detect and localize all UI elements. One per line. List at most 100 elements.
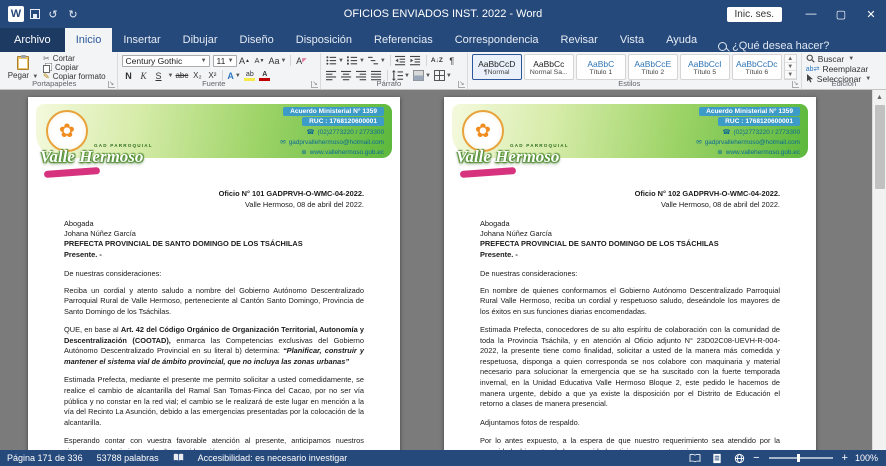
- tell-me-box[interactable]: ¿Qué desea hacer?: [708, 40, 839, 52]
- multilevel-list-button[interactable]: ▼: [367, 54, 387, 67]
- style-sample: AaBbCcD: [478, 59, 515, 69]
- tab-archivo[interactable]: Archivo: [0, 28, 65, 52]
- zoom-in-button[interactable]: +: [839, 452, 851, 464]
- minimize-button[interactable]: —: [796, 0, 826, 28]
- addressee-role: Abogada: [480, 219, 780, 229]
- font-dialog-launcher[interactable]: ↘: [311, 81, 318, 88]
- print-layout-icon: [712, 453, 722, 464]
- group-editing: Buscar▼ ab⇄ Reemplazar Seleccionar▼ Edic…: [802, 53, 886, 89]
- find-button[interactable]: Buscar▼: [806, 54, 882, 63]
- word-window: W ↺ ↻ OFICIOS ENVIADOS INST. 2022 - Word…: [0, 0, 886, 466]
- replace-button[interactable]: ab⇄ Reemplazar: [806, 64, 882, 73]
- grow-font-button[interactable]: A▲: [238, 54, 252, 67]
- undo-icon[interactable]: ↺: [46, 8, 60, 21]
- group-label-paragraph: Párrafo: [321, 79, 457, 88]
- zoom-slider[interactable]: [769, 457, 833, 459]
- font-size-combobox[interactable]: 11 ▼: [213, 55, 237, 67]
- clipboard-dialog-launcher[interactable]: ↘: [108, 81, 115, 88]
- styles-dialog-launcher[interactable]: ↘: [792, 81, 799, 88]
- clear-formatting-button[interactable]: A◤: [294, 54, 308, 67]
- logo-seal: ✿: [46, 110, 88, 152]
- email-icon: ✉: [280, 138, 285, 146]
- tab-referencias[interactable]: Referencias: [363, 28, 444, 52]
- styles-more-button[interactable]: ▼: [785, 71, 796, 79]
- zoom-level[interactable]: 100%: [851, 453, 886, 463]
- group-styles: AaBbCcD ¶Normal AaBbCc Normal Sa... AaBb…: [468, 53, 802, 89]
- decrease-indent-button[interactable]: [394, 54, 408, 67]
- numbering-button[interactable]: ▼: [346, 54, 366, 67]
- tab-vista[interactable]: Vista: [609, 28, 655, 52]
- page-count[interactable]: Página 171 de 336: [0, 453, 90, 463]
- copy-button[interactable]: Copiar: [43, 63, 106, 72]
- bullets-icon: [326, 55, 337, 66]
- styles-scroll-up[interactable]: ▲: [785, 55, 796, 63]
- style-name: Título 5: [693, 69, 716, 76]
- style-normal[interactable]: AaBbCcD ¶Normal: [472, 54, 522, 80]
- sign-in-button[interactable]: Inic. ses.: [727, 7, 782, 22]
- logo-ribbon: [44, 167, 100, 178]
- save-icon[interactable]: [30, 9, 40, 19]
- style-normal-sa[interactable]: AaBbCc Normal Sa...: [524, 54, 574, 80]
- style-sample: AaBbCcE: [634, 59, 671, 69]
- style-titulo-1[interactable]: AaBbC Título 1: [576, 54, 626, 80]
- email-text: gadprvallehermoso@hotmail.com: [289, 139, 384, 146]
- tell-me-label: ¿Qué desea hacer?: [732, 40, 829, 52]
- decrease-indent-icon: [395, 55, 406, 66]
- change-case-button[interactable]: Aa▼: [268, 54, 288, 67]
- style-name: Título 1: [589, 69, 612, 76]
- paste-button[interactable]: Pegar ▼: [6, 54, 40, 81]
- zoom-slider-thumb[interactable]: [797, 454, 800, 462]
- accessibility-status[interactable]: Accesibilidad: es necesario investigar: [191, 453, 355, 463]
- increase-indent-button[interactable]: [409, 54, 423, 67]
- web-layout-button[interactable]: [728, 450, 750, 466]
- tab-disposicion[interactable]: Disposición: [285, 28, 363, 52]
- tab-revisar[interactable]: Revisar: [550, 28, 609, 52]
- proofing-button[interactable]: [166, 453, 191, 463]
- close-button[interactable]: ✕: [856, 0, 886, 28]
- chevron-down-icon: ▼: [228, 58, 234, 64]
- acuerdo-text: Acuerdo Ministerial N° 1359: [283, 107, 384, 116]
- scrollbar-up-icon[interactable]: ▲: [873, 90, 886, 104]
- group-label-styles: Estilos: [468, 79, 791, 88]
- find-icon: [806, 54, 815, 63]
- replace-label: Reemplazar: [822, 64, 868, 74]
- font-family-combobox[interactable]: Century Gothic ▼: [122, 55, 210, 67]
- print-layout-button[interactable]: [706, 450, 728, 466]
- change-case-label: Aa: [269, 56, 280, 66]
- acuerdo-text: Acuerdo Ministerial N° 1359: [699, 107, 800, 116]
- tab-insertar[interactable]: Insertar: [112, 28, 171, 52]
- tab-dibujar[interactable]: Dibujar: [172, 28, 229, 52]
- cut-label: Cortar: [53, 54, 75, 63]
- shrink-font-button[interactable]: A▼: [253, 54, 267, 67]
- style-sample: AaBbCcI: [688, 59, 722, 69]
- ruc-text: RUC : 1768120600001: [302, 117, 384, 126]
- tab-ayuda[interactable]: Ayuda: [655, 28, 708, 52]
- style-titulo-6[interactable]: AaBbCcDc Título 6: [732, 54, 782, 80]
- styles-scroll-down[interactable]: ▼: [785, 63, 796, 71]
- document-page-1[interactable]: Acuerdo Ministerial N° 1359 RUC : 176812…: [28, 97, 400, 450]
- word-logo-icon: W: [8, 6, 24, 22]
- sort-button[interactable]: A↓Z: [430, 54, 444, 67]
- tab-inicio[interactable]: Inicio: [65, 28, 113, 52]
- style-sample: AaBbCc: [533, 59, 564, 69]
- scrollbar-thumb[interactable]: [875, 105, 885, 189]
- paragraph-dialog-launcher[interactable]: ↘: [458, 81, 465, 88]
- bullets-button[interactable]: ▼: [325, 54, 345, 67]
- style-titulo-2[interactable]: AaBbCcE Título 2: [628, 54, 678, 80]
- group-label-editing: Edición: [802, 79, 886, 88]
- phone-icon: ☎: [306, 128, 314, 136]
- tab-correspondencia[interactable]: Correspondencia: [444, 28, 550, 52]
- cut-button[interactable]: ✂ Cortar: [43, 54, 106, 63]
- zoom-out-button[interactable]: −: [750, 452, 762, 464]
- addressee-name: Johana Núñez García: [480, 229, 780, 239]
- vertical-scrollbar[interactable]: ▲: [872, 90, 886, 450]
- show-marks-button[interactable]: ¶: [445, 54, 459, 67]
- redo-icon[interactable]: ↻: [66, 8, 80, 21]
- web-layout-icon: [734, 453, 745, 464]
- word-count[interactable]: 53788 palabras: [90, 453, 166, 463]
- read-mode-button[interactable]: [684, 450, 706, 466]
- tab-diseno[interactable]: Diseño: [229, 28, 285, 52]
- maximize-button[interactable]: ▢: [826, 0, 856, 28]
- style-titulo-5[interactable]: AaBbCcI Título 5: [680, 54, 730, 80]
- document-page-2[interactable]: Acuerdo Ministerial N° 1359 RUC : 176812…: [444, 97, 816, 450]
